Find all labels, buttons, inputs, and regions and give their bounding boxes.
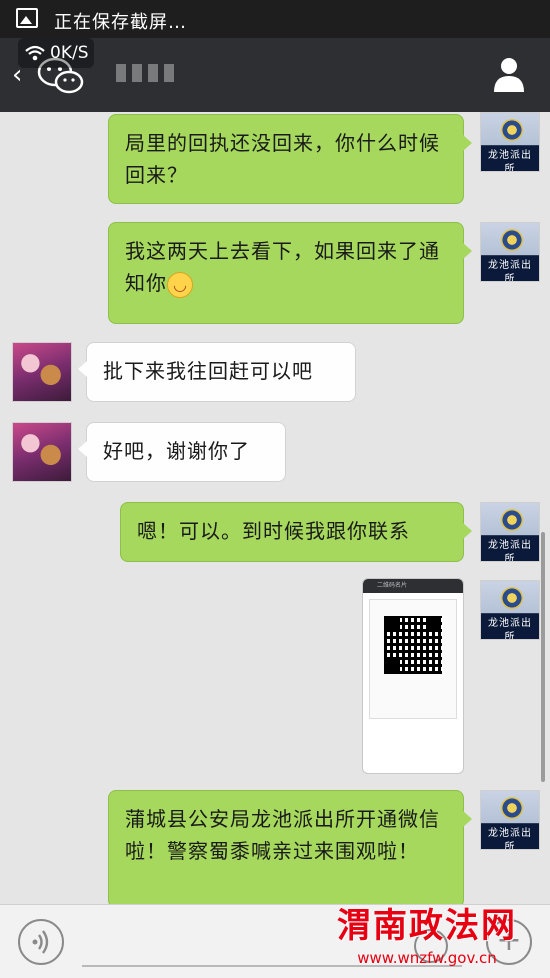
police-badge-icon xyxy=(501,509,523,531)
avatar-plate: 龙池派出所 xyxy=(488,540,532,562)
police-badge-icon xyxy=(501,119,523,141)
avatar-user[interactable] xyxy=(12,342,72,402)
message-bubble-outgoing[interactable]: 蒲城县公安局龙池派出所开通微信啦！警察蜀黍喊亲过来围观啦！ xyxy=(108,790,472,908)
qr-card xyxy=(369,599,457,719)
avatar-plate: 龙池派出所 xyxy=(488,618,532,640)
message-bubble-outgoing[interactable]: 嗯！可以。到时候我跟你联系 xyxy=(120,502,472,562)
avatar-police[interactable]: 龙池派出所 xyxy=(480,112,540,172)
profile-icon[interactable] xyxy=(492,56,526,92)
chat-title-bar: ‹ 0K/S xyxy=(0,38,550,112)
message-bubble-incoming[interactable]: 批下来我往回赶可以吧 xyxy=(78,342,356,402)
scrollbar[interactable] xyxy=(541,532,545,782)
screenshot-icon xyxy=(16,8,38,28)
message-text: 蒲城县公安局龙池派出所开通微信啦！警察蜀黍喊亲过来围观啦！ xyxy=(125,807,440,863)
avatar-police[interactable]: 龙池派出所 xyxy=(480,222,540,282)
voice-input-button[interactable] xyxy=(18,919,64,965)
police-badge-icon xyxy=(501,797,523,819)
message-text: 批下来我往回赶可以吧 xyxy=(103,359,313,383)
qr-code-icon xyxy=(384,616,442,674)
status-notification: 正在保存截屏… xyxy=(54,12,187,33)
network-speed-indicator: 0K/S xyxy=(18,38,95,68)
message-text: 嗯！可以。到时候我跟你联系 xyxy=(137,519,410,543)
net-speed-text: 0K/S xyxy=(50,43,89,63)
watermark-url: www.wnzfw.gov.cn xyxy=(357,949,497,967)
police-badge-icon xyxy=(501,587,523,609)
avatar-plate: 龙池派出所 xyxy=(488,828,532,850)
message-bubble-outgoing[interactable]: 我这两天上去看下，如果回来了通知你 xyxy=(108,222,472,324)
avatar-police[interactable]: 龙池派出所 xyxy=(480,790,540,850)
avatar-user[interactable] xyxy=(12,422,72,482)
avatar-police[interactable]: 龙池派出所 xyxy=(480,502,540,562)
message-bubble-incoming[interactable]: 好吧，谢谢你了 xyxy=(78,422,286,482)
status-bar: 正在保存截屏… xyxy=(0,0,550,38)
police-badge-icon xyxy=(501,229,523,251)
avatar-plate: 龙池派出所 xyxy=(488,150,532,172)
avatar-police[interactable]: 龙池派出所 xyxy=(480,580,540,640)
wifi-icon xyxy=(25,45,45,61)
contact-name-masked xyxy=(116,64,176,86)
avatar-plate: 龙池派出所 xyxy=(488,260,532,282)
smile-emoji-icon xyxy=(167,269,193,301)
image-message-qr-card[interactable]: 二维码名片 xyxy=(362,578,464,774)
message-bubble-outgoing[interactable]: 局里的回执还没回来，你什么时候回来？ xyxy=(108,114,472,204)
watermark-title: 渭南政法网 xyxy=(337,906,517,946)
message-text: 局里的回执还没回来，你什么时候回来？ xyxy=(125,131,440,187)
voice-icon xyxy=(32,930,49,954)
site-watermark: 渭南政法网 www.wnzfw.gov.cn xyxy=(312,898,542,970)
qr-card-name xyxy=(370,600,456,608)
mini-title-bar: 二维码名片 xyxy=(363,579,463,593)
message-text: 好吧，谢谢你了 xyxy=(103,439,250,463)
